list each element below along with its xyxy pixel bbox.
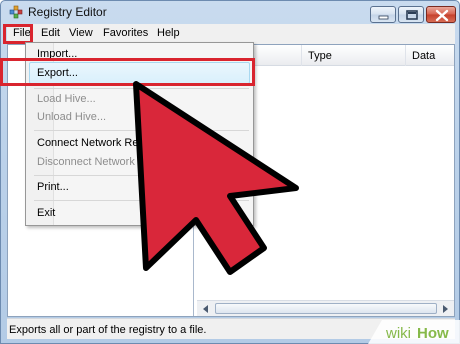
menu-item-exit[interactable]: Exit bbox=[37, 207, 55, 219]
column-type[interactable]: Type bbox=[308, 50, 332, 62]
menu-edit[interactable]: Edit bbox=[41, 27, 60, 39]
menu-separator bbox=[34, 175, 249, 176]
window-title: Registry Editor bbox=[28, 5, 107, 19]
horizontal-scrollbar[interactable] bbox=[197, 300, 454, 316]
svg-text:wiki: wiki bbox=[385, 325, 411, 342]
menu-favorites[interactable]: Favorites bbox=[103, 27, 148, 39]
menu-item-print[interactable]: Print... bbox=[37, 181, 69, 193]
menu-bar: File Edit View Favorites Help bbox=[7, 24, 455, 44]
file-menu-highlight-box bbox=[3, 24, 33, 44]
column-data[interactable]: Data bbox=[412, 50, 435, 62]
menu-item-unload-hive[interactable]: Unload Hive... bbox=[37, 111, 106, 123]
scroll-right-icon[interactable] bbox=[438, 303, 452, 315]
menu-separator bbox=[34, 88, 249, 89]
scrollbar-thumb[interactable] bbox=[215, 303, 437, 314]
menu-view[interactable]: View bbox=[69, 27, 93, 39]
registry-editor-app-icon bbox=[9, 5, 23, 19]
menu-separator bbox=[34, 200, 249, 201]
wikihow-watermark: wiki How bbox=[368, 320, 460, 344]
minimize-icon bbox=[378, 15, 389, 20]
column-separator[interactable] bbox=[405, 45, 406, 66]
column-separator[interactable] bbox=[301, 45, 302, 66]
close-button[interactable] bbox=[426, 6, 456, 23]
export-highlight-box bbox=[0, 58, 255, 86]
status-text: Exports all or part of the registry to a… bbox=[9, 324, 207, 336]
svg-text:How: How bbox=[417, 325, 449, 342]
menu-item-disconnect-network-registry[interactable]: Disconnect Network R bbox=[37, 156, 146, 168]
title-bar[interactable]: Registry Editor bbox=[1, 1, 459, 23]
menu-item-connect-network-registry[interactable]: Connect Network Regi bbox=[37, 137, 147, 149]
menu-item-load-hive[interactable]: Load Hive... bbox=[37, 93, 96, 105]
menu-separator bbox=[34, 130, 249, 131]
maximize-icon bbox=[406, 10, 418, 20]
minimize-button[interactable] bbox=[370, 6, 396, 23]
close-icon bbox=[435, 9, 449, 22]
menu-help[interactable]: Help bbox=[157, 27, 180, 39]
scroll-left-icon[interactable] bbox=[199, 303, 213, 315]
maximize-button[interactable] bbox=[398, 6, 424, 23]
